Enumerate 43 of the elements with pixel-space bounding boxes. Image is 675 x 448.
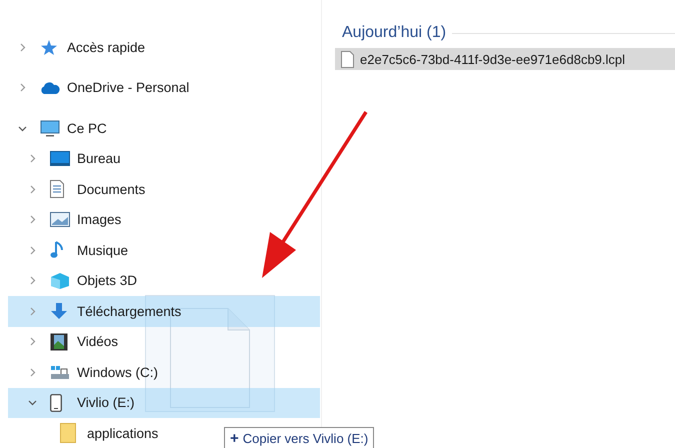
image-icon — [50, 212, 70, 228]
chevron-right-icon[interactable] — [28, 276, 37, 286]
device-icon — [50, 394, 62, 412]
nav-item[interactable]: Accès rapide — [8, 32, 152, 62]
cube-icon — [50, 272, 70, 290]
chevron-right-icon[interactable] — [28, 337, 37, 346]
nav-item[interactable]: applications — [8, 418, 164, 448]
drive-icon — [50, 364, 70, 380]
nav-item[interactable]: OneDrive - Personal — [8, 72, 196, 103]
music-note-icon — [50, 241, 64, 260]
cloud-icon — [40, 82, 60, 94]
nav-item[interactable]: Vidéos — [8, 326, 124, 357]
nav-item[interactable]: Musique — [8, 235, 134, 266]
chevron-right-icon[interactable] — [18, 83, 27, 92]
film-icon — [50, 332, 68, 351]
chevron-right-icon[interactable] — [18, 42, 27, 52]
chevron-right-icon[interactable] — [28, 368, 37, 377]
chevron-down-icon[interactable] — [18, 124, 27, 133]
nav-item[interactable]: Documents — [8, 174, 152, 204]
nav-item[interactable]: Bureau — [8, 144, 127, 174]
nav-item[interactable]: Windows (C:) — [8, 357, 164, 388]
file-item[interactable]: e2e7c5c6-73bd-411f-9d3e-ee971e6d8cb9.lcpl — [335, 48, 675, 70]
chevron-right-icon[interactable] — [28, 184, 37, 194]
chevron-right-icon[interactable] — [28, 306, 37, 316]
chevron-right-icon[interactable] — [28, 246, 37, 255]
nav-item[interactable]: Objets 3D — [8, 266, 144, 296]
nav-item[interactable]: Téléchargements — [8, 296, 320, 326]
nav-item[interactable]: Vivlio (E:) — [8, 388, 320, 418]
chevron-down-icon[interactable] — [28, 398, 37, 408]
nav-item[interactable]: Ce PC — [8, 113, 113, 144]
nav-item[interactable]: Images — [8, 204, 128, 235]
group-header[interactable]: Aujourd’hui (1) — [342, 24, 446, 42]
chevron-right-icon[interactable] — [28, 154, 37, 164]
file-icon — [341, 50, 354, 68]
plus-icon: + — [230, 430, 239, 446]
drag-tooltip: + Copier vers Vivlio (E:) — [224, 427, 374, 448]
folder-icon — [60, 423, 76, 444]
star-icon — [40, 38, 58, 56]
download-arrow-icon — [50, 302, 68, 320]
computer-icon — [40, 120, 60, 137]
chevron-right-icon[interactable] — [28, 215, 37, 224]
desktop-icon — [50, 151, 70, 166]
document-icon — [50, 180, 64, 198]
